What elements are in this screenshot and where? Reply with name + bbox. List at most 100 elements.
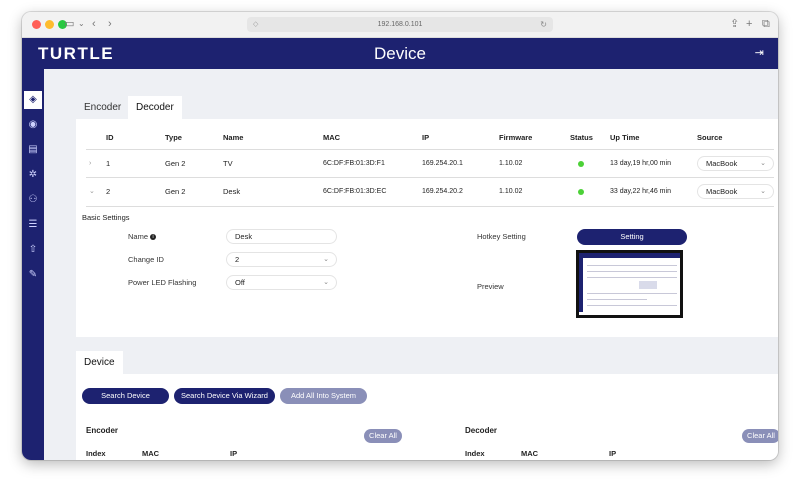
change-id-label: Change ID <box>128 255 164 264</box>
sidebar-item-upgrade-icon[interactable]: ⇧ <box>24 241 42 259</box>
share-icon[interactable]: ⇪ <box>730 17 739 31</box>
column-header-id: ID <box>106 133 114 142</box>
column-header-uptime: Up Time <box>610 133 640 142</box>
decoder-column-index: Index <box>465 449 485 458</box>
sidebar-item-settings-sliders-icon[interactable]: ☰ <box>24 216 42 234</box>
source-select-value: MacBook <box>706 159 738 168</box>
row-expand-chevron-right-icon[interactable]: › <box>89 159 91 169</box>
cell-type: Gen 2 <box>165 159 186 168</box>
power-led-value: Off <box>235 278 245 287</box>
preview-header-bar <box>579 253 680 258</box>
preview-line <box>587 271 677 272</box>
search-device-button[interactable]: Search Device <box>82 388 169 404</box>
change-id-select[interactable]: 2 ⌄ <box>226 252 337 267</box>
encoder-column-mac: MAC <box>142 449 160 458</box>
sidebar-item-matrix-icon[interactable]: ▤ <box>24 141 42 159</box>
app-header: TURTLE Device ⇥ <box>22 38 778 69</box>
decoder-column-ip: IP <box>609 449 617 458</box>
decoder-clear-all-button[interactable]: Clear All <box>742 429 778 443</box>
cell-firmware: 1.10.02 <box>499 188 523 195</box>
encoder-column-index: Index <box>86 449 106 458</box>
chevron-down-icon: ⌄ <box>760 160 766 167</box>
forward-arrow-icon[interactable]: › <box>108 17 112 31</box>
decoder-list-title: Decoder <box>465 426 498 435</box>
tabs-overview-icon[interactable]: ⧉ <box>762 17 770 31</box>
cell-ip: 169.254.20.2 <box>422 188 463 195</box>
tab-encoder[interactable]: Encoder <box>76 96 129 119</box>
hotkey-setting-label: Hotkey Setting <box>477 232 526 241</box>
sidebar-item-network-icon[interactable]: ✲ <box>24 166 42 184</box>
status-online-indicator <box>578 161 584 167</box>
power-led-select[interactable]: Off ⌄ <box>226 275 337 290</box>
preview-line <box>587 305 677 306</box>
column-header-mac: MAC <box>323 133 341 142</box>
cell-ip: 169.254.20.1 <box>422 160 463 167</box>
chevron-down-icon: ⌄ <box>323 256 329 263</box>
name-input-value: Desk <box>235 232 253 241</box>
column-header-firmware: Firmware <box>499 133 533 142</box>
preview-screen <box>579 253 680 315</box>
encoder-column-ip: IP <box>230 449 238 458</box>
sidebar-item-device-layers-icon[interactable]: ◈ <box>24 91 42 109</box>
cell-uptime: 13 day,19 hr,00 min <box>610 160 671 167</box>
name-label: Name i <box>128 232 157 242</box>
page-title: Device <box>374 44 426 63</box>
tab-decoder[interactable]: Decoder <box>128 96 182 119</box>
chevron-down-icon: ⌄ <box>760 188 766 195</box>
name-input[interactable]: Desk <box>226 229 337 244</box>
column-header-ip: IP <box>422 133 430 142</box>
cell-name: TV <box>223 159 233 168</box>
source-select-value: MacBook <box>706 187 738 196</box>
close-window-button[interactable] <box>32 20 41 29</box>
main-content: Encoder Decoder ID Type Name MAC IP Firm… <box>44 69 778 460</box>
row-collapse-chevron-down-icon[interactable]: ⌄ <box>89 187 95 197</box>
sidebar-item-tools-icon[interactable]: ✎ <box>24 266 42 284</box>
cell-name: Desk <box>223 187 241 196</box>
address-bar[interactable]: ◇ 192.168.0.101 ↻ <box>247 17 553 32</box>
power-led-label: Power LED Flashing <box>128 278 197 287</box>
new-tab-icon[interactable]: + <box>746 17 752 31</box>
logout-icon[interactable]: ⇥ <box>755 46 764 60</box>
minimize-window-button[interactable] <box>45 20 54 29</box>
sidebar: ◈ ◉ ▤ ✲ ⚇ ☰ ⇧ ✎ <box>22 69 44 460</box>
tab-device[interactable]: Device <box>76 351 123 375</box>
sidebar-toggle-icon[interactable]: ▭ <box>64 17 74 31</box>
row-divider <box>86 177 774 178</box>
chevron-down-icon: ⌄ <box>323 279 329 286</box>
row-divider <box>86 206 774 207</box>
preview-line <box>587 265 677 266</box>
back-arrow-icon[interactable]: ‹ <box>92 17 96 31</box>
sidebar-item-source-icon[interactable]: ◉ <box>24 116 42 134</box>
sidebar-item-user-icon[interactable]: ⚇ <box>24 191 42 209</box>
name-label-text: Name <box>128 232 149 241</box>
browser-window: ▭ ⌄ ‹ › ◇ 192.168.0.101 ↻ ⇪ + ⧉ TURTLE D… <box>22 12 778 460</box>
change-id-value: 2 <box>235 255 240 264</box>
preview-box <box>639 281 657 289</box>
cell-mac: 6C:DF:FB:01:3D:EC <box>323 188 387 195</box>
encoder-list-title: Encoder <box>86 426 119 435</box>
browser-titlebar: ▭ ⌄ ‹ › ◇ 192.168.0.101 ↻ ⇪ + ⧉ <box>22 12 778 38</box>
add-all-into-system-button[interactable]: Add All Into System <box>280 388 367 404</box>
source-select[interactable]: MacBook ⌄ <box>697 184 774 199</box>
cell-uptime: 33 day,22 hr,46 min <box>610 188 671 195</box>
source-select[interactable]: MacBook ⌄ <box>697 156 774 171</box>
preview-line <box>587 293 677 294</box>
preview-thumbnail <box>576 250 683 318</box>
decoder-column-mac: MAC <box>521 449 539 458</box>
column-header-name: Name <box>223 133 244 142</box>
preview-line <box>587 277 677 278</box>
cell-id: 2 <box>106 187 111 196</box>
column-header-type: Type <box>165 133 182 142</box>
encoder-clear-all-button[interactable]: Clear All <box>364 429 402 443</box>
decoder-card: ID Type Name MAC IP Firmware Status Up T… <box>76 119 778 337</box>
preview-label: Preview <box>477 282 504 291</box>
hotkey-setting-button[interactable]: Setting <box>577 229 687 245</box>
info-icon[interactable]: i <box>150 234 157 240</box>
url-text: 192.168.0.101 <box>377 21 423 28</box>
search-device-wizard-button[interactable]: Search Device Via Wizard <box>174 388 275 404</box>
cell-firmware: 1.10.02 <box>499 160 523 167</box>
column-header-status: Status <box>570 133 593 142</box>
reload-icon[interactable]: ↻ <box>540 17 547 32</box>
chevron-down-icon[interactable]: ⌄ <box>78 17 85 31</box>
basic-settings-title: Basic Settings <box>82 213 130 222</box>
